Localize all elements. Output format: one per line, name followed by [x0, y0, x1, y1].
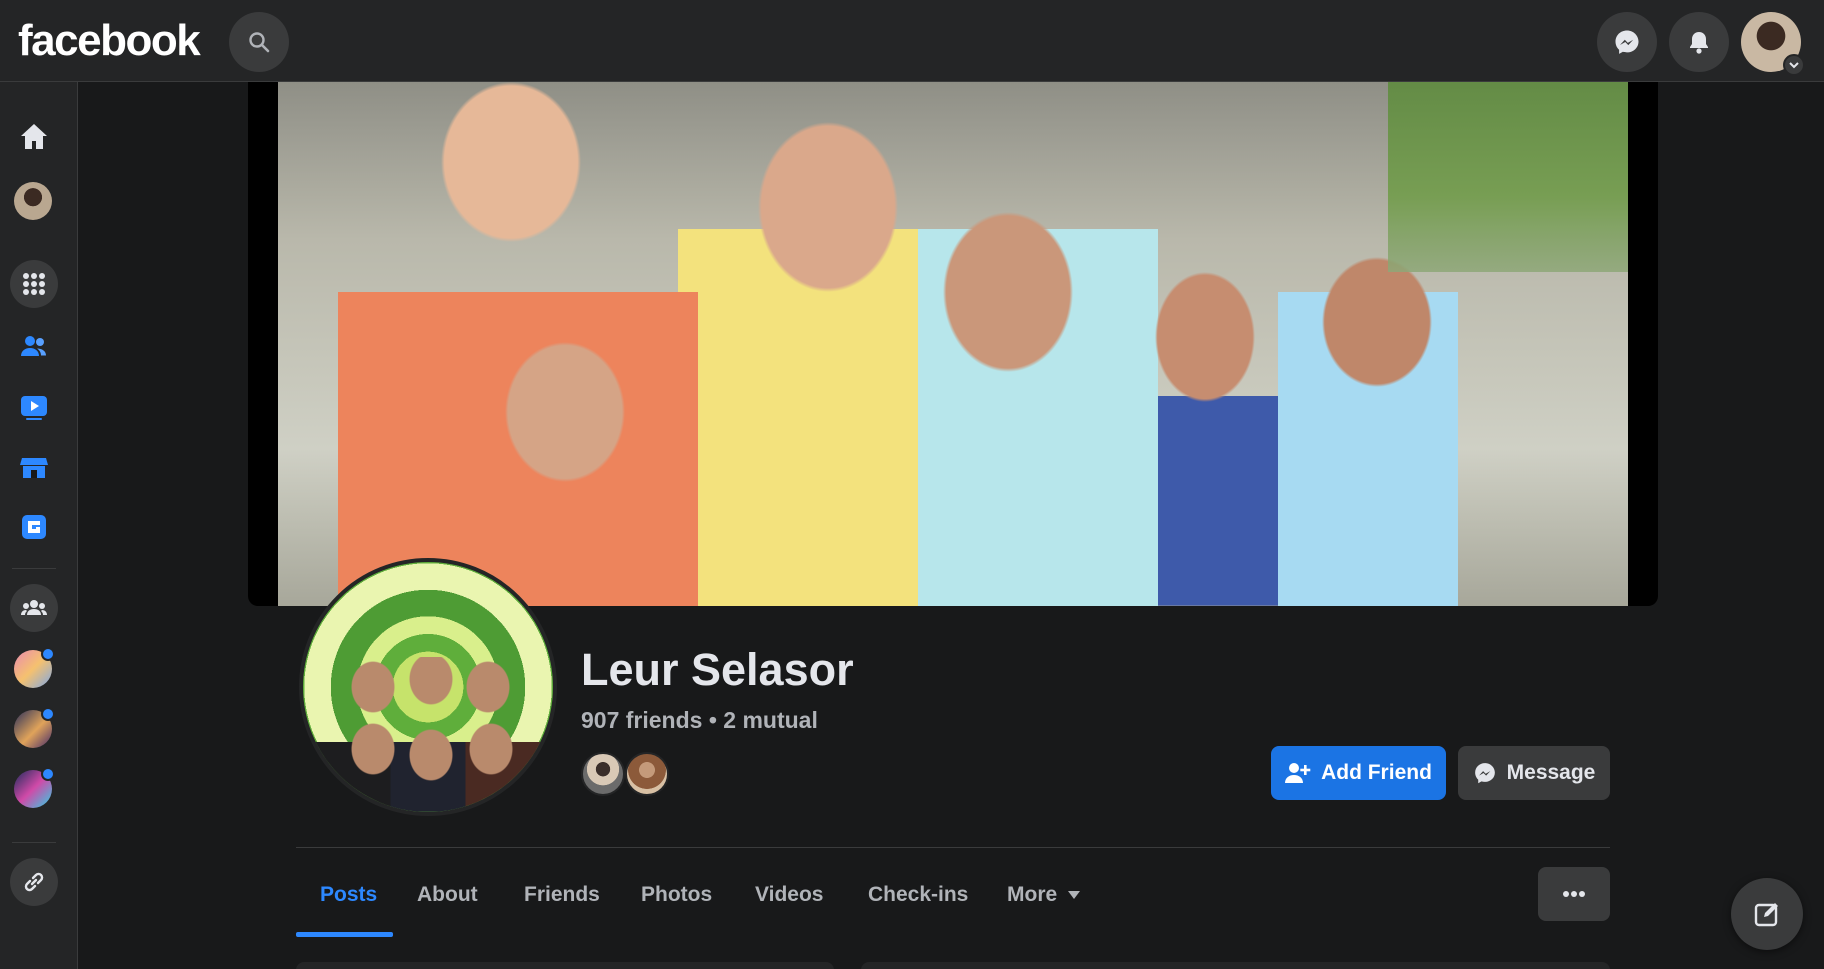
menu-button[interactable] — [10, 260, 58, 308]
posts-card — [861, 962, 1610, 969]
unread-badge — [41, 647, 55, 661]
profile-picture[interactable] — [299, 558, 557, 816]
add-friend-icon — [1285, 763, 1311, 783]
gaming-icon — [22, 515, 46, 539]
groups-icon — [21, 600, 47, 615]
group-shortcut-3[interactable] — [14, 767, 55, 808]
mutual-friend-avatar[interactable] — [625, 752, 669, 796]
profile-name: Leur Selasor — [581, 644, 854, 695]
search-button[interactable] — [229, 12, 289, 72]
intro-card — [296, 962, 834, 969]
tab-label: Posts — [320, 883, 378, 906]
friends-icon — [21, 336, 46, 356]
group-shortcut-1[interactable] — [14, 647, 55, 688]
new-message-button[interactable] — [1731, 878, 1803, 950]
add-friend-button[interactable]: Add Friend — [1271, 746, 1446, 800]
rail-divider — [12, 568, 56, 569]
tab-more[interactable]: More — [1007, 866, 1081, 924]
rail-divider — [12, 842, 56, 843]
tab-photos[interactable]: Photos — [641, 866, 712, 924]
watch-shortcut[interactable] — [9, 382, 59, 432]
top-navbar: facebook — [0, 0, 1824, 82]
tab-label: Videos — [755, 883, 824, 906]
tab-about[interactable]: About — [417, 866, 478, 924]
tab-videos[interactable]: Videos — [755, 866, 823, 924]
profile-picture-subjects — [303, 657, 553, 812]
notifications-button[interactable] — [1669, 12, 1729, 72]
left-sidebar — [0, 82, 78, 969]
facebook-logo[interactable]: facebook — [18, 16, 201, 66]
more-horizontal-icon — [1563, 891, 1585, 897]
cover-background-trees — [1388, 82, 1628, 272]
search-icon — [249, 32, 270, 53]
marketplace-icon — [20, 458, 48, 478]
unread-badge — [41, 767, 55, 781]
tab-label: More — [1007, 883, 1058, 906]
unread-badge — [41, 707, 55, 721]
cover-photo[interactable] — [278, 82, 1628, 606]
profile-more-options-button[interactable] — [1538, 867, 1610, 921]
group-shortcut-2[interactable] — [14, 707, 55, 748]
bell-icon — [1690, 32, 1708, 54]
messenger-icon — [1474, 763, 1495, 784]
caret-down-icon — [1068, 891, 1081, 899]
tab-label: Check-ins — [868, 883, 969, 906]
cover-photo-frame — [248, 82, 1658, 606]
groups-button[interactable] — [10, 584, 58, 632]
add-friend-label: Add Friend — [1321, 761, 1432, 784]
watch-icon — [21, 396, 47, 420]
marketplace-shortcut[interactable] — [9, 442, 59, 492]
home-icon — [21, 124, 47, 149]
friends-count[interactable]: 907 friends • 2 mutual — [581, 706, 818, 734]
link-button[interactable] — [10, 858, 58, 906]
active-tab-indicator — [296, 932, 393, 937]
chevron-down-icon — [1783, 54, 1805, 76]
profile-avatar[interactable] — [14, 182, 52, 220]
link-icon — [24, 872, 44, 892]
messenger-icon — [1615, 30, 1639, 54]
message-label: Message — [1506, 761, 1596, 784]
message-button[interactable]: Message — [1458, 746, 1610, 800]
mutual-friends-avatars[interactable] — [581, 752, 681, 796]
messenger-button[interactable] — [1597, 12, 1657, 72]
account-avatar[interactable] — [1741, 12, 1805, 76]
tab-label: Photos — [641, 883, 713, 906]
tabs-divider — [296, 847, 1610, 848]
tab-label: Friends — [524, 883, 600, 906]
tab-friends[interactable]: Friends — [524, 866, 600, 924]
compose-icon — [1754, 903, 1778, 927]
mutual-friend-avatar[interactable] — [581, 752, 625, 796]
menu-grid-icon — [23, 273, 45, 295]
tab-posts[interactable]: Posts — [320, 866, 377, 924]
friends-shortcut[interactable] — [9, 322, 59, 372]
tab-label: About — [417, 883, 478, 906]
home-shortcut[interactable] — [9, 112, 59, 162]
gaming-shortcut[interactable] — [9, 502, 59, 552]
tab-check-ins[interactable]: Check-ins — [868, 866, 968, 924]
